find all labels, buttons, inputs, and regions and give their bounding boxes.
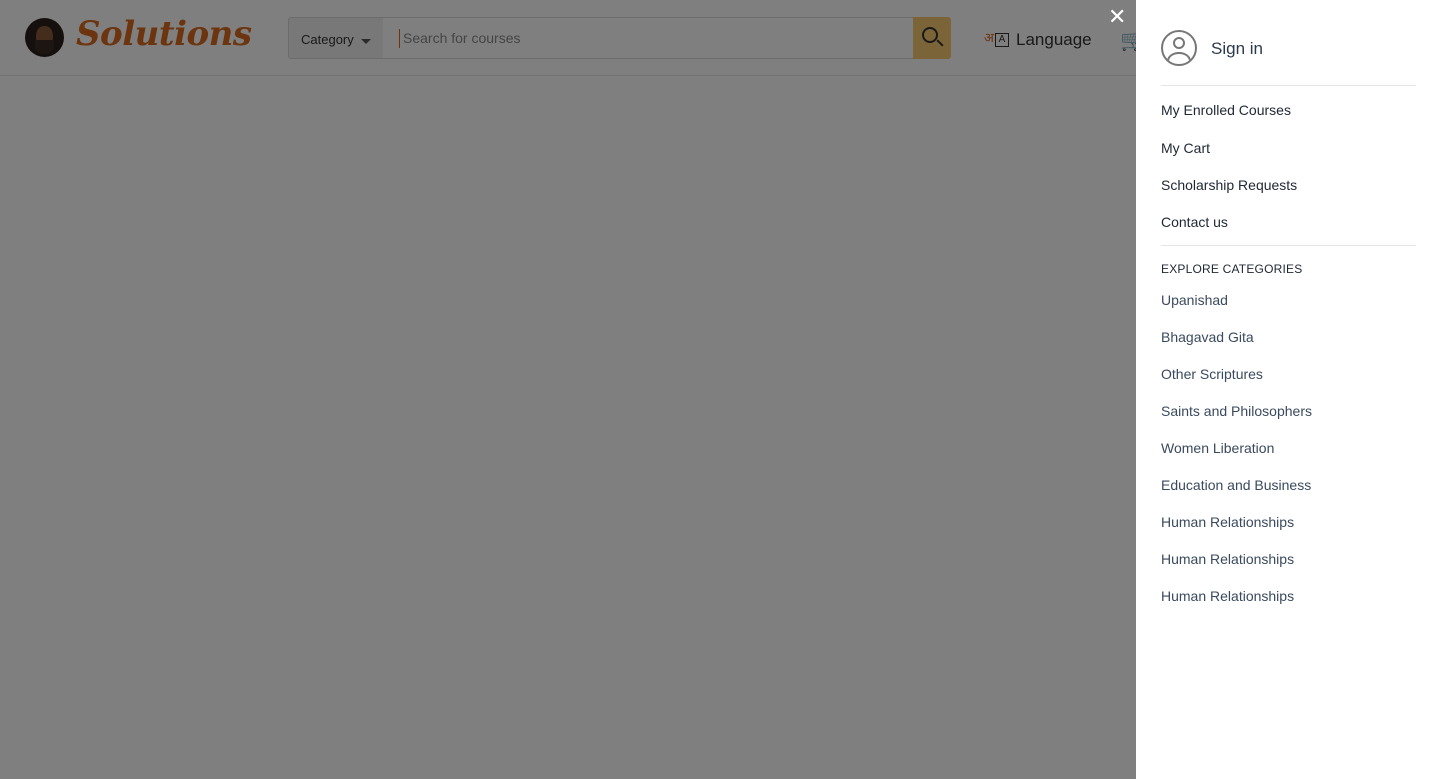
drawer-divider xyxy=(1161,85,1416,86)
close-icon[interactable]: ✕ xyxy=(1108,7,1126,29)
category-item-saints-philosophers[interactable]: Saints and Philosophers xyxy=(1161,403,1312,419)
categories-heading: EXPLORE CATEGORIES xyxy=(1161,262,1303,276)
drawer-divider xyxy=(1161,245,1416,246)
category-item-bhagavad-gita[interactable]: Bhagavad Gita xyxy=(1161,329,1254,345)
menu-item-my-cart[interactable]: My Cart xyxy=(1161,140,1210,156)
category-item-education-business[interactable]: Education and Business xyxy=(1161,477,1311,493)
category-item-women-liberation[interactable]: Women Liberation xyxy=(1161,440,1274,456)
user-icon-body xyxy=(1167,52,1191,64)
category-item-human-relationships[interactable]: Human Relationships xyxy=(1161,588,1294,604)
sign-in-link[interactable]: Sign in xyxy=(1211,39,1263,59)
category-item-human-relationships[interactable]: Human Relationships xyxy=(1161,514,1294,530)
category-item-upanishad[interactable]: Upanishad xyxy=(1161,292,1228,308)
category-item-human-relationships[interactable]: Human Relationships xyxy=(1161,551,1294,567)
menu-item-contact-us[interactable]: Contact us xyxy=(1161,214,1228,230)
menu-item-enrolled-courses[interactable]: My Enrolled Courses xyxy=(1161,102,1291,118)
category-item-other-scriptures[interactable]: Other Scriptures xyxy=(1161,366,1263,382)
side-drawer: Sign in My Enrolled Courses My Cart Scho… xyxy=(1136,0,1440,779)
user-icon[interactable] xyxy=(1161,30,1197,66)
user-icon-head xyxy=(1173,37,1185,49)
menu-item-scholarship-requests[interactable]: Scholarship Requests xyxy=(1161,177,1297,193)
